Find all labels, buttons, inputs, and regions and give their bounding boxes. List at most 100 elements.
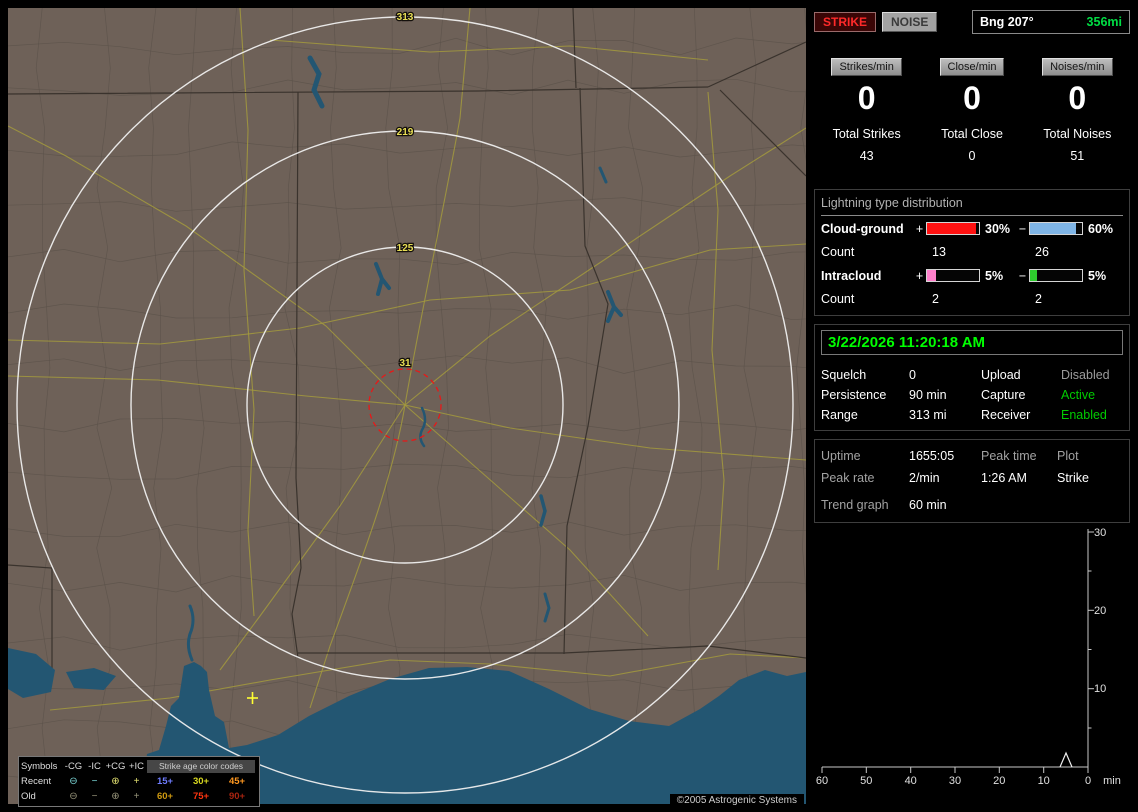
ic-count-label: Count [821,292,855,306]
cg-negative-sign: − [1018,221,1027,236]
trend-x-label-40: 40 [905,775,917,787]
copyright-text: ©2005 Astrogenic Systems [669,794,804,807]
trend-x-label-20: 20 [993,775,1005,787]
ring-label-125: 125 [397,243,414,254]
range-label: Range [821,408,858,422]
cloud-ground-label: Cloud-ground [821,221,904,236]
recent-neg-cg-icon: ⊖ [69,776,78,787]
legend-col-pos-cg: +CG [105,761,126,772]
mode-toolbar: STRIKE NOISE Bng 207° 356mi [814,8,1130,36]
cg-negative-bar [1029,222,1083,235]
cg-negative-count: 26 [1035,245,1049,259]
uptime-value: 1655:05 [909,449,955,463]
settings-row-persistence: Persistence 90 min Capture Active [821,385,1123,405]
peak-rate-value: 2/min [909,471,940,485]
cg-count-label: Count [821,245,855,259]
cg-positive-bar-fill [927,223,976,234]
strikes-counter-column: Strikes/min 0 Total Strikes 43 [814,58,919,163]
cg-negative-bar-fill [1030,223,1076,234]
distribution-title: Lightning type distribution [821,195,1123,216]
settings-section: 3/22/2026 11:20:18 AM Squelch 0 Upload D… [814,324,1130,431]
lightning-map[interactable]: 313 219 125 31 Symbols -CG -IC +CG +IC S… [8,8,806,807]
strike-mode-button[interactable]: STRIKE [814,12,877,32]
age-30: 30+ [192,776,210,787]
cg-positive-sign: + [915,221,924,236]
ic-positive-sign: + [915,268,924,283]
old-pos-ic-icon: + [133,791,140,802]
ic-positive-bar [926,269,980,282]
noise-mode-button[interactable]: NOISE [882,12,938,32]
ring-label-313: 313 [397,12,414,23]
trend-y-label-10: 10 [1094,683,1106,695]
legend-recent-label: Recent [21,776,52,787]
recent-neg-ic-icon: − [91,776,98,787]
close-counter-column: Close/min 0 Total Close 0 [919,58,1024,163]
ic-negative-bar-fill [1030,270,1038,281]
trend-x-unit: min [1103,775,1121,787]
cg-negative-percent: 60% [1088,221,1114,236]
cg-positive-percent: 30% [985,221,1011,236]
bearing-readout: Bng 207° 356mi [972,10,1130,34]
ic-negative-sign: − [1018,268,1027,283]
cloud-ground-count-row: Count 13 26 [821,241,1123,263]
distance-value: 356mi [1086,15,1122,29]
trend-x-label-60: 60 [816,775,828,787]
old-neg-ic-icon: − [91,791,98,802]
ic-negative-count: 2 [1035,292,1042,306]
noises-per-min-button[interactable]: Noises/min [1042,58,1113,76]
intracloud-row: Intracloud + 5% − 5% [821,263,1123,288]
strikes-per-min-button[interactable]: Strikes/min [831,58,902,76]
squelch-label: Squelch [821,368,867,382]
persistence-label: Persistence [821,388,887,402]
trend-graph-row: Trend graph 60 min [821,493,1123,517]
datetime-display: 3/22/2026 11:20:18 AM [821,330,1123,355]
intracloud-count-row: Count 2 2 [821,288,1123,310]
close-per-min-button[interactable]: Close/min [939,58,1005,76]
ic-negative-bar [1029,269,1083,282]
age-90: 90+ [228,791,246,802]
trend-graph-window: 60 min [909,498,947,512]
trend-x-label-50: 50 [860,775,872,787]
peak-rate-label: Peak rate [821,471,875,485]
total-strikes-label: Total Strikes [832,127,901,141]
age-15: 15+ [156,776,174,787]
map-legend: Symbols -CG -IC +CG +IC Strike age color… [18,756,260,807]
plot-value: Strike [1057,471,1089,485]
age-45: 45+ [228,776,246,787]
peak-time-value: 1:26 AM [981,471,1027,485]
receiver-status: Enabled [1061,408,1107,422]
status-panel: STRIKE NOISE Bng 207° 356mi Strikes/min … [814,8,1130,806]
total-strikes-value: 43 [859,149,874,163]
statistics-section: Uptime 1655:05 Peak time Plot Peak rate … [814,439,1130,523]
cloud-ground-row: Cloud-ground + 30% − 60% [821,216,1123,241]
stats-row-1: Uptime 1655:05 Peak time Plot [821,445,1123,467]
capture-status: Active [1061,388,1096,402]
ic-positive-bar-fill [927,270,937,281]
peak-time-label: Peak time [981,449,1037,463]
ring-label-31: 31 [399,358,411,369]
ring-label-219: 219 [397,127,414,138]
ic-positive-count: 2 [932,292,939,306]
total-close-value: 0 [968,149,976,163]
ic-positive-percent: 5% [985,268,1004,283]
plot-label: Plot [1057,449,1079,463]
legend-symbols-header: Symbols [21,761,58,772]
legend-col-neg-ic: -IC [88,761,101,772]
total-noises-label: Total Noises [1043,127,1112,141]
old-neg-cg-icon: ⊖ [69,791,78,802]
settings-row-squelch: Squelch 0 Upload Disabled [821,365,1123,385]
persistence-value: 90 min [909,388,947,402]
trend-x-label-0: 0 [1085,775,1091,787]
age-60: 60+ [156,791,174,802]
trend-graph-label: Trend graph [821,498,889,512]
trend-y-label-30: 30 [1094,527,1106,539]
age-75: 75+ [192,791,210,802]
legend-col-pos-ic: +IC [128,761,145,772]
total-close-label: Total Close [941,127,1003,141]
strikes-per-min-value: 0 [857,80,876,116]
trend-x-label-10: 10 [1038,775,1050,787]
bearing-value: Bng 207° [980,15,1034,29]
legend-col-neg-cg: -CG [64,761,83,772]
trend-y-label-20: 20 [1094,605,1106,617]
recent-pos-cg-icon: ⊕ [111,776,120,787]
